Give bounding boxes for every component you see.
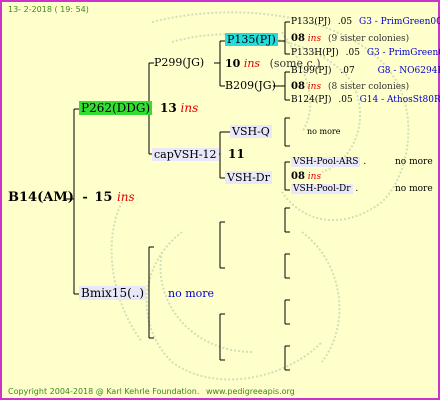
gen2-a-node[interactable]: P299(JG) bbox=[154, 56, 204, 69]
dam-name: Bmix15(..) bbox=[79, 286, 147, 300]
gen4-a2-row: 08 ins (9 sister colonies) bbox=[291, 33, 409, 44]
gen4-b1-name: B199(PJ) bbox=[291, 66, 332, 76]
gen4-d3-note: no more bbox=[395, 184, 433, 194]
gen3-c-name: VSH-Q bbox=[230, 125, 272, 138]
gen4-a3-origin: G3 - PrimGreen00 bbox=[366, 48, 440, 58]
gen4-a1-year: .05 bbox=[337, 17, 353, 27]
dam-no-more: no more bbox=[168, 287, 215, 300]
gen4-d2-count: 08 bbox=[291, 171, 305, 182]
gen3-d-node[interactable]: VSH-Dr bbox=[225, 171, 272, 184]
gen4-a1-name: P133(PJ) bbox=[291, 17, 331, 27]
gen3-c-node[interactable]: VSH-Q bbox=[230, 125, 272, 138]
root-dash: - bbox=[82, 190, 88, 205]
gen4-a2-count: 08 bbox=[291, 33, 305, 44]
dam-node[interactable]: Bmix15(..) bbox=[79, 286, 147, 300]
gen4-b1-year: .07 bbox=[340, 66, 355, 76]
gen4-d3-name: VSH-Pool-Dr bbox=[291, 184, 353, 194]
gen4-a3-year: .05 bbox=[345, 48, 360, 58]
date-stamp: 13- 2-2018 ( 19: 54) bbox=[8, 5, 89, 14]
gen3-d-name: VSH-Dr bbox=[225, 171, 272, 184]
gen4-a3-name: P133H(PJ) bbox=[291, 48, 339, 58]
gen4-b3-row[interactable]: B124(PJ) .05 G14 - AthosSt80R bbox=[291, 95, 440, 105]
gen4-b1-origin: G8 - NO6294R bbox=[377, 66, 440, 76]
root-count: 15 bbox=[94, 190, 113, 205]
gen4-b3-origin: G14 - AthosSt80R bbox=[359, 95, 440, 105]
gen4-a2-note: (9 sister colonies) bbox=[327, 34, 410, 44]
gen4-d3-row[interactable]: VSH-Pool-Dr . bbox=[291, 184, 358, 194]
gen4-b1-row[interactable]: B199(PJ) .07 G8 - NO6294R bbox=[291, 66, 440, 76]
gen3-a-ins: ins bbox=[243, 57, 261, 70]
gen3-b-name: B209(JG) bbox=[225, 79, 276, 92]
gen3-a-count: 10 bbox=[225, 57, 241, 70]
sire-count: 13 bbox=[160, 101, 177, 115]
gen4-b3-name: B124(PJ) bbox=[291, 95, 332, 105]
footer-link[interactable]: www.pedigreeapis.org bbox=[206, 387, 295, 396]
gen4-a1-row[interactable]: P133(PJ) .05 G3 - PrimGreen00 bbox=[291, 17, 440, 27]
sire-name: P262(DDG) bbox=[79, 101, 153, 115]
gen3-a-name: P135(PJ) bbox=[225, 33, 278, 46]
root-node[interactable]: B14(AM) - 15 ins bbox=[8, 190, 135, 205]
gen4-d3-dot: . bbox=[355, 184, 359, 194]
gen3-b-node[interactable]: B209(JG) bbox=[225, 79, 276, 92]
gen4-d2-row: 08 ins bbox=[291, 171, 321, 182]
gen2-b-node[interactable]: capVSH-12 11 bbox=[152, 147, 245, 161]
gen4-d1-note: no more bbox=[395, 157, 433, 167]
footer: Copyright 2004-2018 @ Karl Kehrle Founda… bbox=[8, 387, 295, 396]
gen4-a2-ins: ins bbox=[307, 34, 322, 44]
sire-ins: ins bbox=[180, 101, 199, 115]
gen4-d1-row[interactable]: VSH-Pool-ARS . bbox=[291, 157, 366, 167]
gen4-b3-year: .05 bbox=[338, 95, 353, 105]
gen4-b2-row: 08 ins (8 sister colonies) bbox=[291, 81, 409, 92]
gen4-a1-origin: G3 - PrimGreen00 bbox=[359, 17, 440, 27]
gen3-c-note: no more bbox=[307, 127, 341, 136]
gen4-d1-dot: . bbox=[363, 157, 367, 167]
gen4-d2-ins: ins bbox=[307, 172, 322, 182]
gen4-b2-count: 08 bbox=[291, 81, 305, 92]
gen4-a3-row[interactable]: P133H(PJ) .05 G3 - PrimGreen00 bbox=[291, 48, 440, 58]
gen2-b-count: 11 bbox=[228, 147, 245, 161]
gen2-b-name: capVSH-12 bbox=[152, 148, 219, 161]
gen4-d1-name: VSH-Pool-ARS bbox=[291, 157, 361, 167]
gen4-b2-note: (8 sister colonies) bbox=[327, 82, 410, 92]
root-ins: ins bbox=[116, 190, 135, 204]
gen4-b2-ins: ins bbox=[307, 82, 322, 92]
gen3-a-node[interactable]: P135(PJ) bbox=[225, 33, 278, 46]
pedigree-chart: { "header": {"date": "13- 2-2018 ( 19: 5… bbox=[0, 0, 440, 400]
footer-copyright: Copyright 2004-2018 @ Karl Kehrle Founda… bbox=[8, 387, 200, 396]
root-name: B14(AM) bbox=[8, 190, 74, 205]
gen2-a-name: P299(JG) bbox=[154, 56, 205, 69]
sire-node[interactable]: P262(DDG) 13 ins bbox=[79, 101, 198, 115]
